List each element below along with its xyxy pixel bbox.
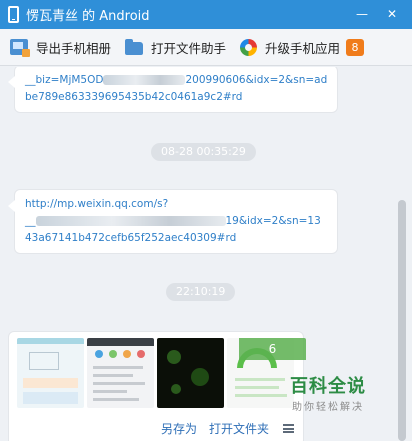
image-thumbnail-3[interactable] [157, 338, 224, 408]
image-message-card: 6 另存为 打开文件夹 [8, 331, 306, 441]
close-button[interactable]: ✕ [384, 6, 400, 22]
message-link-1-line-2[interactable]: be789e863339695435b42c0461a9c2#rd [25, 89, 327, 106]
open-file-assistant-label: 打开文件助手 [151, 40, 227, 56]
redacted-blur [35, 216, 226, 226]
more-images-count[interactable]: 6 [239, 338, 306, 360]
title-bar: 愣瓦青丝 的 Android — ✕ [0, 0, 412, 29]
menu-icon[interactable] [283, 424, 295, 433]
message-link-2-line-1[interactable]: http://mp.weixin.qq.com/s? [25, 196, 327, 213]
message-link-1[interactable]: __biz=MjM5OD 200990606&idx=2&sn=ad be789e… [8, 67, 338, 113]
toolbar: 导出手机相册 打开文件助手 升级手机应用 8 [0, 29, 412, 66]
minimize-button[interactable]: — [354, 6, 370, 22]
watermark-main-text: 百科全说 [290, 376, 366, 397]
window-title: 愣瓦青丝 的 Android [26, 9, 150, 24]
chat-scrollbar[interactable] [398, 200, 406, 441]
upgrade-apps-button[interactable]: 升级手机应用 8 [226, 29, 365, 66]
message-link-2-line-3[interactable]: 43a67141b472cefb65f252aec40309#rd [25, 230, 327, 247]
image-card-actions: 另存为 打开文件夹 [161, 420, 295, 437]
image-thumbnail-1[interactable] [17, 338, 84, 408]
watermark-logo: 百科全说 助你轻松解决 [290, 372, 366, 413]
upgrade-count-badge: 8 [346, 38, 365, 56]
watermark-sub-text: 助你轻松解决 [292, 402, 364, 413]
folder-icon [125, 38, 144, 55]
timestamp-1: 08-28 00:35:29 [151, 143, 256, 161]
message-link-1-line-1[interactable]: __biz=MjM5OD 200990606&idx=2&sn=ad [25, 72, 327, 89]
message-link-2-line-2[interactable]: __ 19&idx=2&sn=13 [25, 213, 327, 230]
message-link-2[interactable]: http://mp.weixin.qq.com/s? __ 19&idx=2&sn… [8, 189, 338, 254]
upgrade-apps-label: 升级手机应用 [265, 40, 341, 56]
export-album-label: 导出手机相册 [36, 40, 112, 56]
save-as-link[interactable]: 另存为 [161, 420, 197, 437]
image-thumbnail-2[interactable] [87, 338, 154, 408]
timestamp-2: 22:10:19 [166, 283, 236, 301]
phone-icon [8, 6, 19, 23]
upgrade-apps-icon [240, 38, 258, 56]
export-album-icon [10, 39, 30, 57]
export-album-button[interactable]: 导出手机相册 [0, 29, 111, 66]
open-folder-link[interactable]: 打开文件夹 [209, 420, 269, 437]
redacted-blur [103, 75, 186, 85]
open-file-assistant-button[interactable]: 打开文件助手 [111, 29, 226, 66]
